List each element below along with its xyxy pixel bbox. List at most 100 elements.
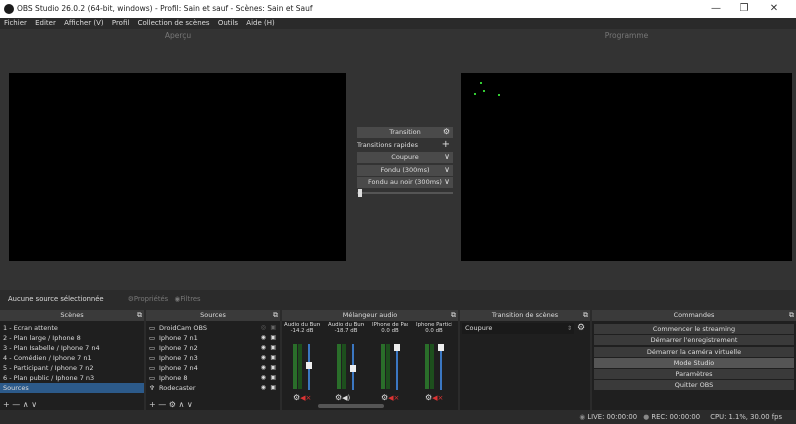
source-item[interactable]: ♆ Rodecaster ◉ ▣ xyxy=(146,383,280,393)
eye-icon[interactable]: ◉ xyxy=(261,333,266,343)
lock-icon[interactable]: ▣ xyxy=(270,333,276,343)
start-recording-button[interactable]: Démarrer l'enregistrement xyxy=(594,335,794,346)
program-title: Programme xyxy=(604,31,649,40)
lock-icon[interactable]: ▣ xyxy=(270,363,276,373)
fader-handle[interactable] xyxy=(394,344,400,351)
transition-select[interactable]: Coupure xyxy=(462,323,574,334)
eye-icon[interactable]: ◉ xyxy=(261,373,266,383)
source-item[interactable]: ▭ Iphone 7 n1 ◉ ▣ xyxy=(146,333,280,343)
eye-icon[interactable]: ◉ xyxy=(261,383,266,393)
minimize-button[interactable]: — xyxy=(702,0,730,18)
properties-button[interactable]: ⚙Propriétés xyxy=(128,295,168,303)
transition-controls: Transition ⚙ Transitions rapides + Coupu… xyxy=(357,127,453,190)
scene-item[interactable]: 1 - Ecran attente xyxy=(0,323,144,333)
quick-transitions: Transitions rapides + xyxy=(357,138,450,150)
program-canvas[interactable] xyxy=(461,73,792,261)
fader-handle[interactable] xyxy=(306,361,312,369)
scene-item[interactable]: 6 - Plan public / Iphone 7 n3 xyxy=(0,373,144,383)
audio-mixer-dock: Mélangeur audio⧉ Audio du Bureau -14.2 d… xyxy=(282,310,458,410)
chevron-down-icon[interactable]: ∨ xyxy=(444,176,450,187)
scene-item[interactable]: 5 - Participant / Iphone 7 n2 xyxy=(0,363,144,373)
start-streaming-button[interactable]: Commencer le streaming xyxy=(594,324,794,334)
channel-controls: ⚙◀× xyxy=(381,393,399,402)
speaker-icon[interactable]: ◀) xyxy=(342,394,350,402)
source-item[interactable]: ▭ Iphone 7 n2 ◉ ▣ xyxy=(146,343,280,353)
scenes-toolbar[interactable]: + — ∧ ∨ xyxy=(0,400,37,410)
mixer-scrollbar[interactable] xyxy=(318,404,384,408)
no-source-text: Aucune source sélectionnée xyxy=(8,295,104,303)
muted-speaker-icon[interactable]: ◀× xyxy=(432,394,443,402)
chevron-down-icon[interactable]: ∨ xyxy=(444,164,450,175)
lock-icon[interactable]: ▣ xyxy=(270,323,276,333)
t-bar-slider[interactable] xyxy=(357,189,453,197)
source-item[interactable]: ▭ DroidCam OBS ◎ ▣ xyxy=(146,323,280,333)
menu-outils[interactable]: Outils xyxy=(218,19,238,27)
undock-icon[interactable]: ⧉ xyxy=(789,310,794,321)
muted-speaker-icon[interactable]: ◀× xyxy=(388,394,399,402)
transition-button[interactable]: Transition ⚙ xyxy=(357,127,453,138)
lock-icon[interactable]: ▣ xyxy=(270,353,276,363)
program-dot xyxy=(483,90,485,92)
volume-meter xyxy=(430,344,434,389)
chevron-down-icon[interactable]: ∨ xyxy=(444,151,450,162)
volume-meter xyxy=(298,344,302,389)
program-dot xyxy=(474,93,476,95)
preview-title: Aperçu xyxy=(164,31,192,40)
settings-button[interactable]: Paramètres xyxy=(594,369,794,380)
scene-item[interactable]: 2 - Plan large / Iphone 8 xyxy=(0,333,144,343)
preview-canvas[interactable] xyxy=(9,73,346,261)
scene-item-selected[interactable]: Sources xyxy=(0,383,144,393)
start-virtual-camera-button[interactable]: Démarrer la caméra virtuelle xyxy=(594,346,794,357)
scenes-dock: Scènes ⧉ 1 - Ecran attente 2 - Plan large… xyxy=(0,310,144,410)
scenes-list: 1 - Ecran attente 2 - Plan large / Iphon… xyxy=(0,321,144,393)
menu-editer[interactable]: Editer xyxy=(35,19,56,27)
mixer-channel: Iphone Particip 0.0 dB ⚙◀× xyxy=(416,322,452,410)
lock-icon[interactable]: ▣ xyxy=(270,373,276,383)
undock-icon[interactable]: ⧉ xyxy=(583,310,588,321)
exit-button[interactable]: Quitter OBS xyxy=(594,380,794,391)
slider-handle[interactable] xyxy=(358,189,362,197)
menu-aide[interactable]: Aide (H) xyxy=(246,19,274,27)
camera-icon: ▭ xyxy=(149,354,156,362)
lock-icon[interactable]: ▣ xyxy=(270,383,276,393)
menu-collection[interactable]: Collection de scènes xyxy=(138,19,210,27)
close-button[interactable]: ✕ xyxy=(760,0,788,18)
studio-mode-button[interactable]: Mode Studio xyxy=(594,357,794,368)
menu-profil[interactable]: Profil xyxy=(112,19,129,27)
undock-icon[interactable]: ⧉ xyxy=(451,310,456,321)
camera-icon: ▭ xyxy=(149,334,156,342)
lock-icon[interactable]: ▣ xyxy=(270,343,276,353)
fader-handle[interactable] xyxy=(350,365,356,373)
eye-icon[interactable]: ◉ xyxy=(261,343,266,353)
source-item[interactable]: ▭ Iphone 7 n4 ◉ ▣ xyxy=(146,363,280,373)
slider-track xyxy=(357,192,453,194)
undock-icon[interactable]: ⧉ xyxy=(137,310,142,321)
filters-button[interactable]: ◉Filtres xyxy=(174,295,200,303)
source-item[interactable]: ▭ Iphone 7 n3 ◉ ▣ xyxy=(146,353,280,363)
sources-list: ▭ DroidCam OBS ◎ ▣ ▭ Iphone 7 n1 ◉ ▣ ▭ Iphone 7… xyxy=(146,321,280,393)
muted-speaker-icon[interactable]: ◀× xyxy=(300,394,311,402)
transition-item[interactable]: Fondu au noir (300ms) ∨ xyxy=(357,176,453,189)
transition-item[interactable]: Fondu (300ms) ∨ xyxy=(357,164,453,176)
menu-fichier[interactable]: Fichier xyxy=(4,19,27,27)
eye-icon[interactable]: ◎ xyxy=(261,323,266,333)
gear-icon[interactable]: ⚙ xyxy=(577,322,585,334)
transition-item[interactable]: Coupure ∨ xyxy=(357,151,453,164)
undock-icon[interactable]: ⧉ xyxy=(273,310,278,321)
scenes-header: Scènes ⧉ xyxy=(0,310,144,321)
add-icon[interactable]: + xyxy=(442,139,450,150)
commands-list: Commencer le streaming Démarrer l'enregi… xyxy=(592,321,796,391)
restore-button[interactable]: ❐ xyxy=(730,0,758,18)
volume-meter xyxy=(342,344,346,389)
source-item[interactable]: ▭ Iphone 8 ◉ ▣ xyxy=(146,373,280,383)
scene-item[interactable]: 4 - Comédien / Iphone 7 n1 xyxy=(0,353,144,363)
eye-icon[interactable]: ◉ xyxy=(261,363,266,373)
spinner-arrows-icon[interactable]: ⇕ xyxy=(567,323,572,334)
gear-icon[interactable]: ⚙ xyxy=(443,126,450,137)
fader-handle[interactable] xyxy=(438,344,444,351)
scene-transitions-dock: Transition de scènes ⧉ Coupure ⇕ ⚙ xyxy=(460,310,590,410)
menu-afficher[interactable]: Afficher (V) xyxy=(64,19,104,27)
scene-item[interactable]: 3 - Plan Isabelle / Iphone 7 n4 xyxy=(0,343,144,353)
eye-icon[interactable]: ◉ xyxy=(261,353,266,363)
sources-toolbar[interactable]: + — ⚙ ∧ ∨ xyxy=(146,400,193,410)
